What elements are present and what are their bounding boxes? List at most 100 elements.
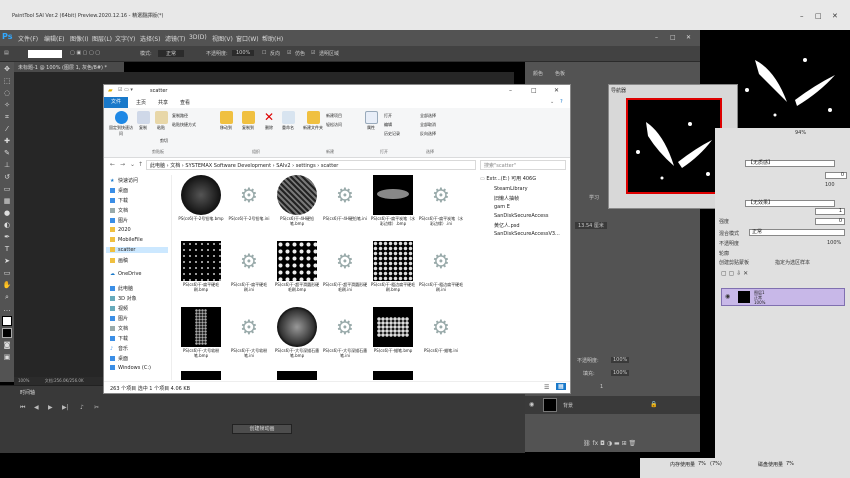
nav-music[interactable]: ♪ 音乐 (110, 345, 128, 352)
visibility-eye-icon[interactable]: ◉ (529, 401, 534, 408)
menu-help[interactable]: 帮助(H) (262, 34, 283, 43)
nav-pictures-2[interactable]: 图片 (110, 315, 128, 322)
copy-path-button[interactable]: 复制路径 (172, 113, 188, 119)
layers-fill-value[interactable]: 100% (611, 370, 630, 376)
select-none-button[interactable]: 全部取消 (420, 122, 436, 128)
transparency-checkbox[interactable]: ☑ (311, 50, 315, 56)
nav-3d-objects[interactable]: 3D 对象 (110, 295, 137, 302)
recent-icon[interactable]: ⌄ (130, 161, 135, 168)
lasso-tool-icon[interactable]: ◌ (2, 88, 12, 98)
back-icon[interactable]: ← (110, 161, 115, 168)
menu-filter[interactable]: 滤镜(T) (165, 34, 185, 43)
file-item[interactable]: PS(cs6)干-蜡笔.bmp (370, 307, 416, 353)
new-item-button[interactable]: 新建项目 (326, 113, 342, 119)
blur-tool-icon[interactable]: ● (2, 208, 12, 218)
effect-value[interactable]: 1 (815, 208, 845, 215)
hand-tool-icon[interactable]: ✋ (2, 280, 12, 290)
ex-close-icon[interactable]: ✕ (554, 87, 559, 94)
crumb-systemax[interactable]: SYSTEMAX Software Development (185, 163, 271, 169)
menu-type[interactable]: 文字(Y) (115, 34, 135, 43)
nav-desktop-2[interactable]: 桌面 (110, 355, 128, 362)
nav-scatter[interactable]: scatter (106, 247, 168, 253)
file-item[interactable] (178, 371, 224, 380)
drive-header[interactable]: ▭ Extr...(E:) 可用 406G (480, 175, 536, 182)
texture-select[interactable]: 【无质感】 (745, 160, 835, 167)
effect-select[interactable]: 【无效果】 (745, 200, 835, 207)
swatches-tab[interactable]: 色板 (555, 70, 565, 77)
file-item[interactable]: PS(cs6)干-大号深描石墨笔.bmp (274, 307, 320, 358)
file-item[interactable]: PS(cs6)干-扁平炭笔（水彩边缘）.bmp (370, 175, 416, 226)
tab-file[interactable]: 文件 (104, 97, 128, 108)
link-layers-icon[interactable]: ⛓ (583, 440, 591, 447)
ex-minimize-icon[interactable]: – (509, 87, 512, 94)
drive-item[interactable]: SanDiskSecureAccessV3... (494, 231, 560, 237)
layer-eye-icon[interactable]: ◉ (725, 293, 730, 300)
type-tool-icon[interactable]: T (2, 244, 12, 254)
copy-button[interactable]: 复制 (134, 111, 152, 131)
expand-ribbon-icon[interactable]: ⌄ (550, 99, 554, 105)
tab-share[interactable]: 共享 (158, 99, 168, 106)
forward-icon[interactable]: → (120, 161, 125, 168)
nav-desktop[interactable]: 桌面 (110, 187, 128, 194)
add-mask-icon[interactable]: ◘ (600, 440, 605, 447)
properties-button[interactable]: 属性 (362, 111, 380, 131)
file-item[interactable]: ⚙ PS(cs6)干-扁平硬毛刷.ini (226, 241, 272, 292)
file-item[interactable]: PS(cs6)干-2号铅笔.bmp (178, 175, 224, 221)
texture-value[interactable]: 0 (825, 172, 847, 179)
help-icon[interactable]: ? (560, 99, 563, 105)
menu-layer[interactable]: 图层(L) (92, 34, 112, 43)
up-icon[interactable]: ↑ (138, 161, 143, 168)
ps-minimize-icon[interactable]: – (655, 34, 658, 41)
create-frame-animation-button[interactable]: 创建帧动画 (232, 424, 292, 434)
nav-pictures[interactable]: 图片 (110, 217, 128, 224)
rename-button[interactable]: 重命名 (278, 111, 298, 131)
nav-videos[interactable]: 视频 (110, 305, 128, 312)
magic-wand-icon[interactable]: ✧ (2, 100, 12, 110)
nav-this-pc[interactable]: 此电脑 (110, 285, 133, 292)
file-item[interactable]: ⚙ PS(cs6)干-超平滑圆形硬毛刷.ini (322, 241, 368, 292)
nav-drafts[interactable]: 画稿 (110, 257, 128, 264)
nav-windows-c[interactable]: Windows (C:) (110, 365, 151, 371)
copy-to-button[interactable]: 复制到 (238, 111, 258, 131)
ref-label[interactable]: 指定为选区样本 (775, 259, 810, 266)
history-button[interactable]: 历史记录 (384, 131, 400, 137)
split-icon[interactable]: ✂ (94, 404, 99, 411)
group-icon[interactable]: ▬ (614, 440, 620, 447)
ps-document-tab[interactable]: 未标题-1 @ 100% (图层 1, 灰色/8#) * (14, 62, 124, 72)
close-icon[interactable]: ✕ (832, 12, 838, 20)
next-frame-icon[interactable]: ▶| (62, 404, 69, 411)
gradient-types-icon[interactable]: ▢ ▣ ▢ ▢ ▢ (70, 50, 100, 56)
paste-shortcut-button[interactable]: 粘贴快捷方式 (172, 122, 196, 128)
file-item[interactable]: PS(cs6)干-扁平硬毛刷.bmp (178, 241, 224, 292)
eraser-tool-icon[interactable]: ▭ (2, 184, 12, 194)
stamp-tool-icon[interactable]: ⊥ (2, 160, 12, 170)
gradient-tool-icon[interactable]: ▤ (4, 50, 9, 56)
eyedropper-icon[interactable]: ⁄ (2, 124, 12, 134)
menu-window[interactable]: 窗口(W) (236, 34, 259, 43)
crumb-documents[interactable]: 文档 (170, 163, 180, 169)
audio-icon[interactable]: ♪ (80, 404, 84, 411)
file-item[interactable]: PS(cs6)干-粗边扁平硬毛刷.bmp (370, 241, 416, 292)
pin-quick-access-button[interactable]: 固定到快速访问 (108, 111, 134, 137)
select-all-button[interactable]: 全部选择 (420, 113, 436, 119)
sai-canvas-preview[interactable] (735, 30, 850, 130)
tab-home[interactable]: 主页 (136, 99, 146, 106)
delete-button[interactable]: ✕ 删除 (260, 111, 278, 131)
file-item[interactable] (370, 371, 416, 380)
cut-button[interactable]: 剪切 (160, 138, 168, 144)
file-item[interactable]: ⚙ PS(cs6)干-大号深描石墨笔.ini (322, 307, 368, 358)
brush-tool-icon[interactable]: ✎ (2, 148, 12, 158)
delete-layer-icon[interactable]: 🗑 (629, 440, 637, 447)
ex-maximize-icon[interactable]: □ (531, 87, 537, 94)
move-to-button[interactable]: 移动到 (216, 111, 236, 131)
file-item[interactable]: PS(cs6)干-超平滑圆形硬毛刷.bmp (274, 241, 320, 292)
prev-frame-icon[interactable]: ◀ (34, 404, 39, 411)
sai-layer-row[interactable]: ◉ 图层1 正常 100% (721, 288, 845, 306)
paste-button[interactable]: 粘贴 (152, 111, 170, 131)
drive-item[interactable]: 黄亿人.psd (494, 222, 520, 229)
dither-checkbox[interactable]: ☑ (287, 50, 291, 56)
easy-access-button[interactable]: 轻松访问 (326, 122, 342, 128)
minimize-icon[interactable]: – (800, 12, 804, 20)
path-select-icon[interactable]: ➤ (2, 256, 12, 266)
edit-button[interactable]: 编辑 (384, 122, 392, 128)
